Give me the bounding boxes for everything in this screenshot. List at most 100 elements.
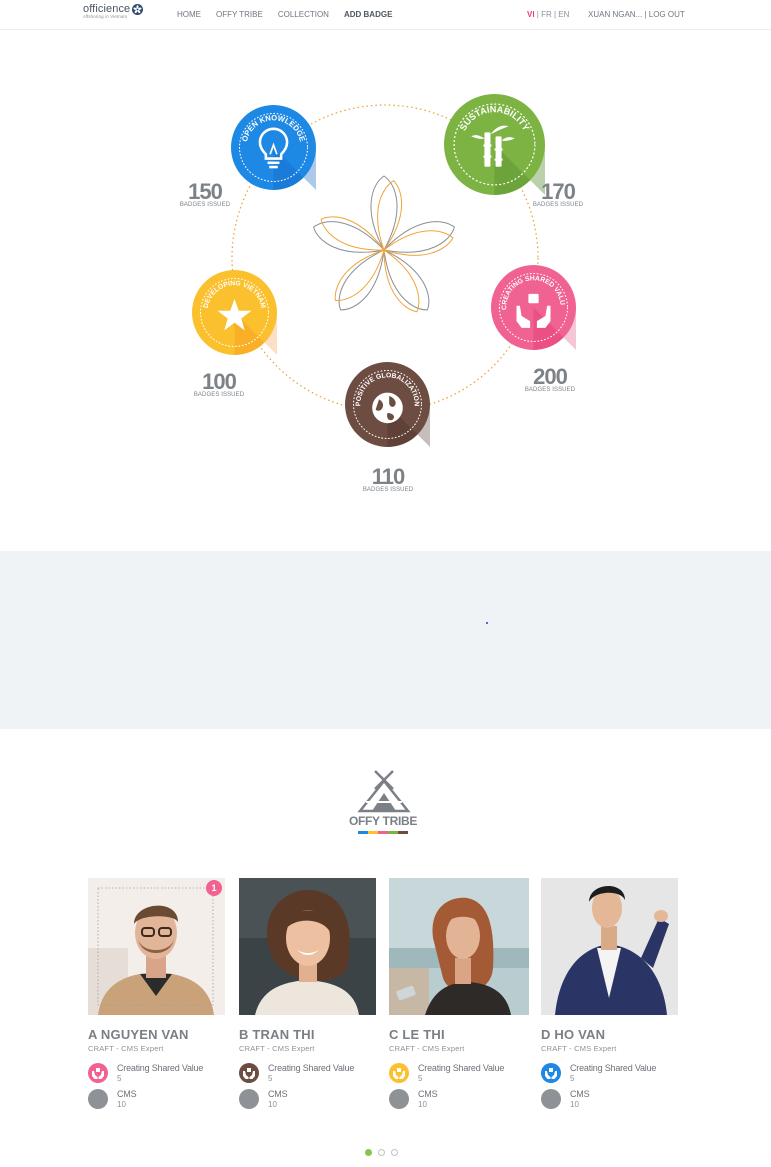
member-name[interactable]: D HO VAN [541, 1027, 679, 1042]
pager-dot-2[interactable] [378, 1149, 385, 1156]
stat-sustainability: 170 BADGES ISSUED [528, 179, 588, 209]
hands-icon [239, 1063, 259, 1083]
badge-count: 100 [202, 369, 237, 394]
globe-icon [372, 392, 403, 424]
badge-name: Creating Shared Value [570, 1063, 657, 1073]
member-badge-row: Creating Shared Value 5 [541, 1063, 679, 1083]
badge-count: 5 [268, 1074, 273, 1083]
badge-count: 200 [533, 364, 568, 389]
lang-vi[interactable]: VI [527, 10, 535, 19]
member-photo[interactable] [389, 878, 529, 1015]
pager-dot-3[interactable] [391, 1149, 398, 1156]
badge-count-label: BADGES ISSUED [362, 487, 414, 493]
notification-badge[interactable]: 1 [206, 880, 222, 896]
skill-count: 10 [117, 1100, 126, 1109]
lang-en[interactable]: EN [558, 10, 569, 19]
member-badge-row: Creating Shared Value 5 [88, 1063, 226, 1083]
skill-count: 10 [570, 1100, 579, 1109]
skill-icon [239, 1089, 259, 1109]
tribe-color-bar [358, 831, 408, 834]
member-card[interactable]: 1 A NGUYEN VAN CRAFT - CMS Expert Creati… [88, 878, 226, 1109]
skill-icon [88, 1089, 108, 1109]
member-name[interactable]: A NGUYEN VAN [88, 1027, 226, 1042]
badge-count-label: BADGES ISSUED [524, 387, 576, 393]
member-photo[interactable] [541, 878, 678, 1015]
badge-count-label: BADGES ISSUED [532, 202, 584, 208]
top-navbar: officience offshoring in Vietnam HOME OF… [0, 0, 771, 30]
nav-collection[interactable]: COLLECTION [278, 10, 329, 19]
tent-icon [357, 770, 411, 813]
bar-segment [398, 831, 408, 834]
stat-creating-shared-value: 200 BADGES ISSUED [520, 364, 580, 394]
badge-name: Creating Shared Value [418, 1063, 505, 1073]
member-role: CRAFT - CMS Expert [389, 1044, 465, 1053]
bar-segment [388, 831, 398, 834]
member-role: CRAFT - CMS Expert [88, 1044, 164, 1053]
member-name[interactable]: C LE THI [389, 1027, 527, 1042]
lang-fr[interactable]: FR [541, 10, 552, 19]
member-role: CRAFT - CMS Expert [239, 1044, 315, 1053]
badge-count-label: BADGES ISSUED [179, 202, 231, 208]
badge-count-label: BADGES ISSUED [193, 392, 245, 398]
badge-count: 5 [117, 1074, 122, 1083]
tribe-title: OFFY TRIBE [348, 814, 418, 828]
member-card[interactable]: D HO VAN CRAFT - CMS Expert Creating Sha… [541, 878, 679, 1109]
badge-developing-vietnam[interactable]: DEVELOPING VIETNAM [192, 270, 277, 355]
stat-developing-vietnam: 100 BADGES ISSUED [189, 369, 249, 399]
member-skill-row: CMS 10 [389, 1089, 527, 1109]
member-skill-row: CMS 10 [88, 1089, 226, 1109]
member-card[interactable]: B TRAN THI CRAFT - CMS Expert Creating S… [239, 878, 377, 1109]
member-name[interactable]: B TRAN THI [239, 1027, 377, 1042]
member-photo[interactable] [239, 878, 376, 1015]
bar-segment [378, 831, 388, 834]
skill-count: 10 [268, 1100, 277, 1109]
member-skill-row: CMS 10 [541, 1089, 679, 1109]
member-skill-row: CMS 10 [239, 1089, 377, 1109]
skill-name: CMS [268, 1089, 288, 1099]
skill-name: CMS [570, 1089, 590, 1099]
nav-add-badge[interactable]: ADD BADGE [344, 10, 392, 19]
cursor-dot [486, 622, 488, 624]
badge-count: 110 [371, 464, 406, 489]
stat-open-knowledge: 150 BADGES ISSUED [175, 179, 235, 209]
hands-icon [389, 1063, 409, 1083]
bar-segment [368, 831, 378, 834]
badge-wheel: OPEN KNOWLEDGE 150 BADGES ISSUED SUSTAIN… [0, 30, 771, 550]
pager-dot-1[interactable] [365, 1149, 372, 1156]
member-role: CRAFT - CMS Expert [541, 1044, 617, 1053]
badge-count: 5 [570, 1074, 575, 1083]
main-nav: HOME OFFY TRIBE COLLECTION ADD BADGE [177, 10, 407, 19]
bar-segment [358, 831, 368, 834]
lotus-flower-icon [313, 175, 455, 313]
member-photo[interactable]: 1 [88, 878, 225, 1015]
badge-name: Creating Shared Value [117, 1063, 204, 1073]
badge-name: Creating Shared Value [268, 1063, 355, 1073]
skill-icon [541, 1089, 561, 1109]
badge-creating-shared-value[interactable]: CREATING SHARED VALUE [489, 260, 576, 350]
skill-count: 10 [418, 1100, 427, 1109]
hands-icon [88, 1063, 108, 1083]
member-card[interactable]: C LE THI CRAFT - CMS Expert Creating Sha… [389, 878, 529, 1109]
logo-tagline: offshoring in Vietnam [83, 14, 128, 19]
stat-positive-globalization: 110 BADGES ISSUED [358, 464, 418, 494]
user-logout-link[interactable]: XUAN NGAN... | LOG OUT [588, 10, 685, 19]
officience-logo[interactable]: officience offshoring in Vietnam [83, 3, 144, 19]
member-badge-row: Creating Shared Value 5 [389, 1063, 527, 1083]
skill-name: CMS [418, 1089, 438, 1099]
badge-sustainability[interactable]: SUSTAINABILITY [444, 94, 545, 195]
language-switcher: VI | FR | EN [527, 10, 569, 19]
tribe-logo [344, 769, 424, 839]
hands-icon [541, 1063, 561, 1083]
skill-icon [389, 1089, 409, 1109]
badge-count: 5 [418, 1074, 423, 1083]
badge-count: 150 [188, 179, 223, 204]
badge-count: 170 [541, 179, 576, 204]
skill-name: CMS [117, 1089, 137, 1099]
nav-home[interactable]: HOME [177, 10, 201, 19]
member-badge-row: Creating Shared Value 5 [239, 1063, 377, 1083]
badge-positive-globalization[interactable]: POSITIVE GLOBALIZATION [345, 362, 430, 447]
badge-open-knowledge[interactable]: OPEN KNOWLEDGE [231, 105, 316, 190]
carousel-pager [365, 1149, 404, 1156]
band-overlay [0, 551, 771, 729]
nav-offy-tribe[interactable]: OFFY TRIBE [216, 10, 263, 19]
